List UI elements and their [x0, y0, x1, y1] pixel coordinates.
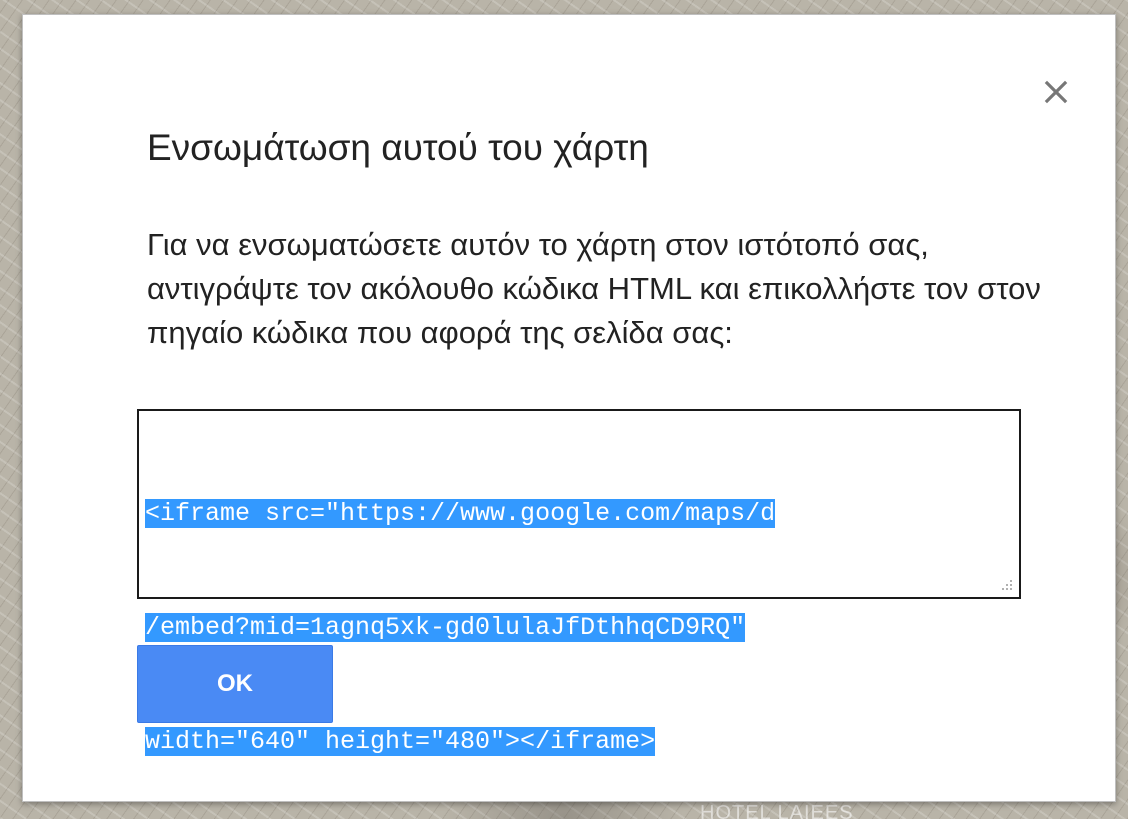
dialog-description: Για να ενσωματώσετε αυτόν το χάρτη στον …: [147, 227, 1041, 350]
code-line: width="640" height="480"></iframe>: [145, 723, 1005, 761]
embed-code-textarea[interactable]: <iframe src="https://www.google.com/maps…: [137, 409, 1021, 756]
code-line: /embed?mid=1agnq5xk-gd0lulaJfDthhqCD9RQ": [145, 609, 1005, 647]
code-line-text: <iframe src="https://www.google.com/maps…: [145, 499, 776, 528]
dialog-title: Ενσωμάτωση αυτού του χάρτη: [147, 127, 649, 168]
resize-handle-icon[interactable]: [999, 577, 1013, 591]
embed-code-text[interactable]: <iframe src="https://www.google.com/maps…: [145, 419, 1005, 819]
code-line: <iframe src="https://www.google.com/maps…: [145, 495, 1005, 533]
close-button[interactable]: [1033, 69, 1079, 115]
code-line-text: width="640" height="480"></iframe>: [145, 727, 656, 756]
close-icon: [1044, 80, 1068, 104]
embed-map-dialog: Ενσωμάτωση αυτού του χάρτη Για να ενσωμα…: [22, 14, 1116, 802]
ok-button[interactable]: OK: [137, 645, 333, 723]
code-line-text: /embed?mid=1agnq5xk-gd0lulaJfDthhqCD9RQ": [145, 613, 746, 642]
